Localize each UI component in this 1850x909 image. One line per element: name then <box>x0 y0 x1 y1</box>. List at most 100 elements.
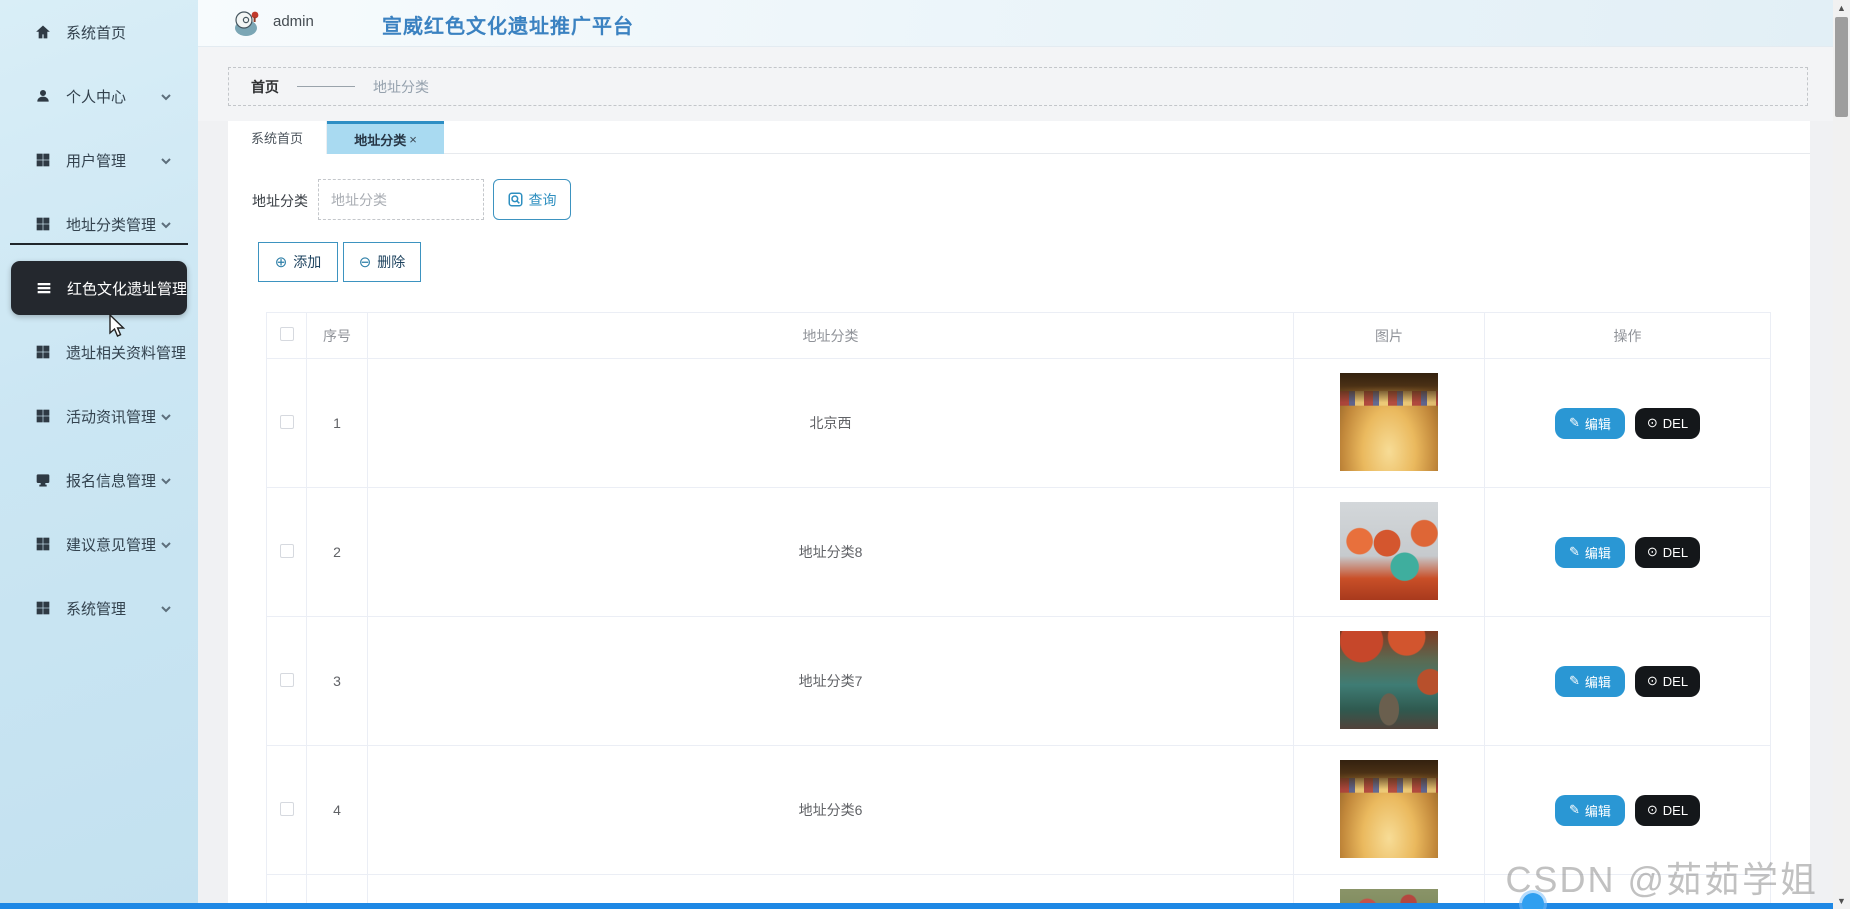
scrollbar-thumb[interactable] <box>1835 17 1848 117</box>
grid-icon <box>34 599 52 617</box>
sidebar-item-personal-center[interactable]: 个人中心 <box>0 64 198 128</box>
chevron-down-icon <box>160 410 172 422</box>
bottom-blue-bar <box>0 903 1833 909</box>
chevron-down-icon <box>160 90 172 102</box>
edit-button[interactable]: ✎ 编辑 <box>1554 665 1625 697</box>
green-red-vegetation-photo[interactable] <box>1340 888 1438 903</box>
csdn-watermark: CSDN @茹茹学姐 <box>1505 859 1818 900</box>
sidebar-item-system-home[interactable]: 系统首页 <box>0 0 198 64</box>
grid-icon <box>34 407 52 425</box>
row-category: 地址分类6 <box>367 745 1294 875</box>
scroll-up-arrow-icon[interactable]: ▲ <box>1833 0 1850 16</box>
breadcrumb: 首页 地址分类 <box>228 67 1808 106</box>
del-button[interactable]: ⊙ DEL <box>1634 665 1701 697</box>
search-icon <box>508 192 522 207</box>
row-category: 北京西 <box>367 358 1294 488</box>
chevron-down-icon <box>160 218 172 230</box>
sidebar-item-label: 用户管理 <box>66 152 127 170</box>
category-table: 序号 地址分类 图片 操作 1 北京西 ✎ 编辑 ⊙ DEL 2 地址分类8 ✎… <box>266 312 1771 903</box>
circle-dot-icon: ⊙ <box>1646 544 1658 559</box>
chevron-down-icon <box>160 538 172 550</box>
row-category: 地址分类7 <box>367 616 1294 746</box>
sidebar-item-label: 建议意见管理 <box>66 536 157 554</box>
vertical-scrollbar[interactable]: ▲ ▼ <box>1833 0 1850 909</box>
list-icon <box>35 279 53 297</box>
scroll-down-arrow-icon[interactable]: ▼ <box>1833 893 1850 909</box>
edit-button[interactable]: ✎ 编辑 <box>1554 407 1625 439</box>
sidebar-item-site-materials-management[interactable]: 遗址相关资料管理 <box>0 320 198 384</box>
minus-circle-icon: ⊖ <box>358 254 372 271</box>
row-seq <box>306 874 368 903</box>
row-checkbox[interactable] <box>279 543 294 558</box>
edit-button[interactable]: ✎ 编辑 <box>1554 794 1625 826</box>
row-seq: 2 <box>306 487 368 617</box>
museum-exhibit-photo[interactable] <box>1340 759 1438 858</box>
add-button[interactable]: ⊕ 添加 <box>258 242 338 282</box>
row-seq: 4 <box>306 745 368 875</box>
plus-circle-icon: ⊕ <box>274 254 288 271</box>
pencil-icon: ✎ <box>1568 415 1580 430</box>
row-category <box>367 874 1294 903</box>
sidebar: 系统首页 个人中心 用户管理 地址分类管理 红色文化遗址管理 遗址相关资料管理 … <box>0 0 198 903</box>
sidebar-item-activity-news-management[interactable]: 活动资讯管理 <box>0 384 198 448</box>
sidebar-item-registration-info-management[interactable]: 报名信息管理 <box>0 448 198 512</box>
sidebar-item-label: 报名信息管理 <box>66 472 157 490</box>
select-all-checkbox[interactable] <box>279 327 294 341</box>
chevron-down-icon <box>160 474 172 486</box>
row-checkbox[interactable] <box>279 672 294 687</box>
filter-label: 地址分类 <box>252 193 308 209</box>
blue-dot-handle[interactable] <box>1522 893 1544 909</box>
breadcrumb-home[interactable]: 首页 <box>251 77 279 97</box>
edit-button[interactable]: ✎ 编辑 <box>1554 536 1625 568</box>
row-seq: 3 <box>306 616 368 746</box>
user-icon <box>34 87 52 105</box>
row-checkbox[interactable] <box>279 414 294 429</box>
column-header-category: 地址分类 <box>367 312 1294 359</box>
tab-system-home[interactable]: 系统首页 <box>228 121 327 154</box>
sidebar-item-red-culture-site-management[interactable]: 红色文化遗址管理 <box>11 261 187 315</box>
sidebar-item-system-management[interactable]: 系统管理 <box>0 576 198 640</box>
sidebar-item-user-management[interactable]: 用户管理 <box>0 128 198 192</box>
sidebar-item-label: 红色文化遗址管理 <box>67 280 188 298</box>
tab-close-icon[interactable]: × <box>409 132 417 147</box>
query-button[interactable]: 查询 <box>493 179 571 220</box>
pencil-icon: ✎ <box>1568 802 1580 817</box>
sidebar-item-label: 活动资讯管理 <box>66 408 157 426</box>
tab-bar: 系统首页 地址分类 × <box>228 121 1810 154</box>
sidebar-item-label: 遗址相关资料管理 <box>66 344 187 362</box>
grid-icon <box>34 343 52 361</box>
avatar[interactable] <box>231 8 261 38</box>
sidebar-item-address-category-management[interactable]: 地址分类管理 <box>0 192 198 256</box>
del-button[interactable]: ⊙ DEL <box>1634 407 1701 439</box>
sidebar-item-suggestions-management[interactable]: 建议意见管理 <box>0 512 198 576</box>
monitor-icon <box>34 471 52 489</box>
grid-icon <box>34 151 52 169</box>
pencil-icon: ✎ <box>1568 544 1580 559</box>
table-row: 2 地址分类8 ✎ 编辑 ⊙ DEL <box>266 487 1771 617</box>
red-costume-performers-photo[interactable] <box>1340 501 1438 600</box>
autumn-river-boat-photo[interactable] <box>1340 630 1438 729</box>
grid-icon <box>34 215 52 233</box>
chevron-down-icon <box>160 602 172 614</box>
del-button[interactable]: ⊙ DEL <box>1634 794 1701 826</box>
row-checkbox[interactable] <box>279 801 294 816</box>
museum-exhibit-photo[interactable] <box>1340 372 1438 471</box>
username: admin <box>273 13 314 30</box>
sidebar-item-label: 个人中心 <box>66 88 127 106</box>
sidebar-item-label: 系统首页 <box>66 24 127 42</box>
delete-button[interactable]: ⊖ 删除 <box>343 242 421 282</box>
tab-address-category[interactable]: 地址分类 × <box>327 121 444 154</box>
circle-dot-icon: ⊙ <box>1646 415 1658 430</box>
table-row: 3 地址分类7 ✎ 编辑 ⊙ DEL <box>266 616 1771 746</box>
pencil-icon: ✎ <box>1568 673 1580 688</box>
breadcrumb-strip: 首页 地址分类 <box>198 47 1833 121</box>
top-header: admin 宣威红色文化遗址推广平台 <box>198 0 1833 47</box>
breadcrumb-current: 地址分类 <box>373 78 429 95</box>
chevron-down-icon <box>160 154 172 166</box>
sidebar-separator <box>10 243 188 245</box>
category-search-input[interactable] <box>318 179 484 220</box>
del-button[interactable]: ⊙ DEL <box>1634 536 1701 568</box>
table-header-row: 序号 地址分类 图片 操作 <box>266 312 1771 359</box>
row-category: 地址分类8 <box>367 487 1294 617</box>
column-header-actions: 操作 <box>1484 312 1771 359</box>
